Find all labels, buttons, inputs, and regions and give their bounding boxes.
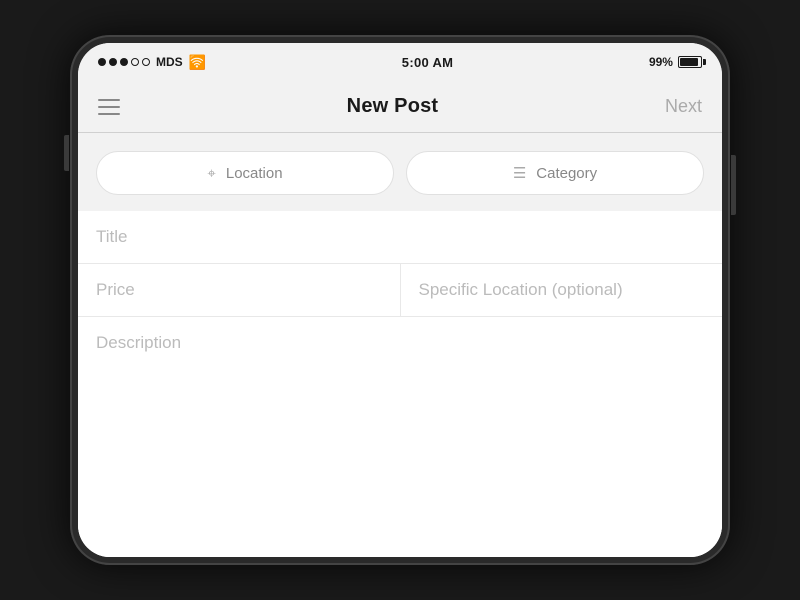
specific-location-field[interactable]: Specific Location (optional): [401, 264, 723, 316]
page-title: New Post: [347, 95, 439, 118]
price-placeholder: Price: [96, 280, 135, 300]
signal-dot-1: [98, 58, 106, 66]
side-button-left: [64, 135, 69, 171]
location-pin-icon: ⌖: [207, 165, 215, 182]
category-tag-button[interactable]: ☰ Category: [406, 151, 704, 195]
location-tag-button[interactable]: ⌖ Location: [96, 151, 394, 195]
price-location-row: Price Specific Location (optional): [78, 264, 722, 317]
form-fields: Title Price Specific Location (optional)…: [78, 211, 722, 557]
next-button[interactable]: Next: [665, 96, 702, 117]
category-tag-label: Category: [536, 165, 597, 182]
side-button-right: [731, 155, 736, 215]
signal-dots: [98, 58, 150, 66]
signal-dot-5: [142, 58, 150, 66]
signal-dot-2: [109, 58, 117, 66]
status-left: MDS 🛜: [98, 54, 206, 71]
hamburger-line-3: [98, 113, 120, 115]
battery-percent: 99%: [649, 55, 673, 69]
nav-bar: New Post Next: [78, 81, 722, 133]
price-field[interactable]: Price: [78, 264, 401, 316]
menu-button[interactable]: [98, 99, 120, 115]
battery-wrapper: [678, 56, 702, 68]
carrier-label: MDS: [156, 55, 183, 69]
tag-row: ⌖ Location ☰ Category: [78, 133, 722, 211]
phone-shell: MDS 🛜 5:00 AM 99% New Post Next: [70, 35, 730, 565]
status-right: 99%: [649, 55, 702, 69]
signal-dot-4: [131, 58, 139, 66]
location-tag-label: Location: [226, 165, 283, 182]
title-placeholder: Title: [96, 227, 128, 247]
battery-icon: [678, 56, 702, 68]
description-field[interactable]: Description: [78, 317, 722, 557]
phone-screen: MDS 🛜 5:00 AM 99% New Post Next: [78, 43, 722, 557]
category-list-icon: ☰: [513, 164, 526, 182]
status-bar: MDS 🛜 5:00 AM 99%: [78, 43, 722, 81]
status-time: 5:00 AM: [402, 55, 453, 70]
hamburger-line-1: [98, 99, 120, 101]
description-placeholder: Description: [96, 333, 181, 352]
hamburger-line-2: [98, 106, 120, 108]
specific-location-placeholder: Specific Location (optional): [419, 280, 623, 300]
content-area: ⌖ Location ☰ Category Title Price: [78, 133, 722, 557]
signal-dot-3: [120, 58, 128, 66]
title-field-row[interactable]: Title: [78, 211, 722, 264]
battery-fill: [680, 58, 698, 66]
wifi-icon: 🛜: [189, 54, 206, 71]
